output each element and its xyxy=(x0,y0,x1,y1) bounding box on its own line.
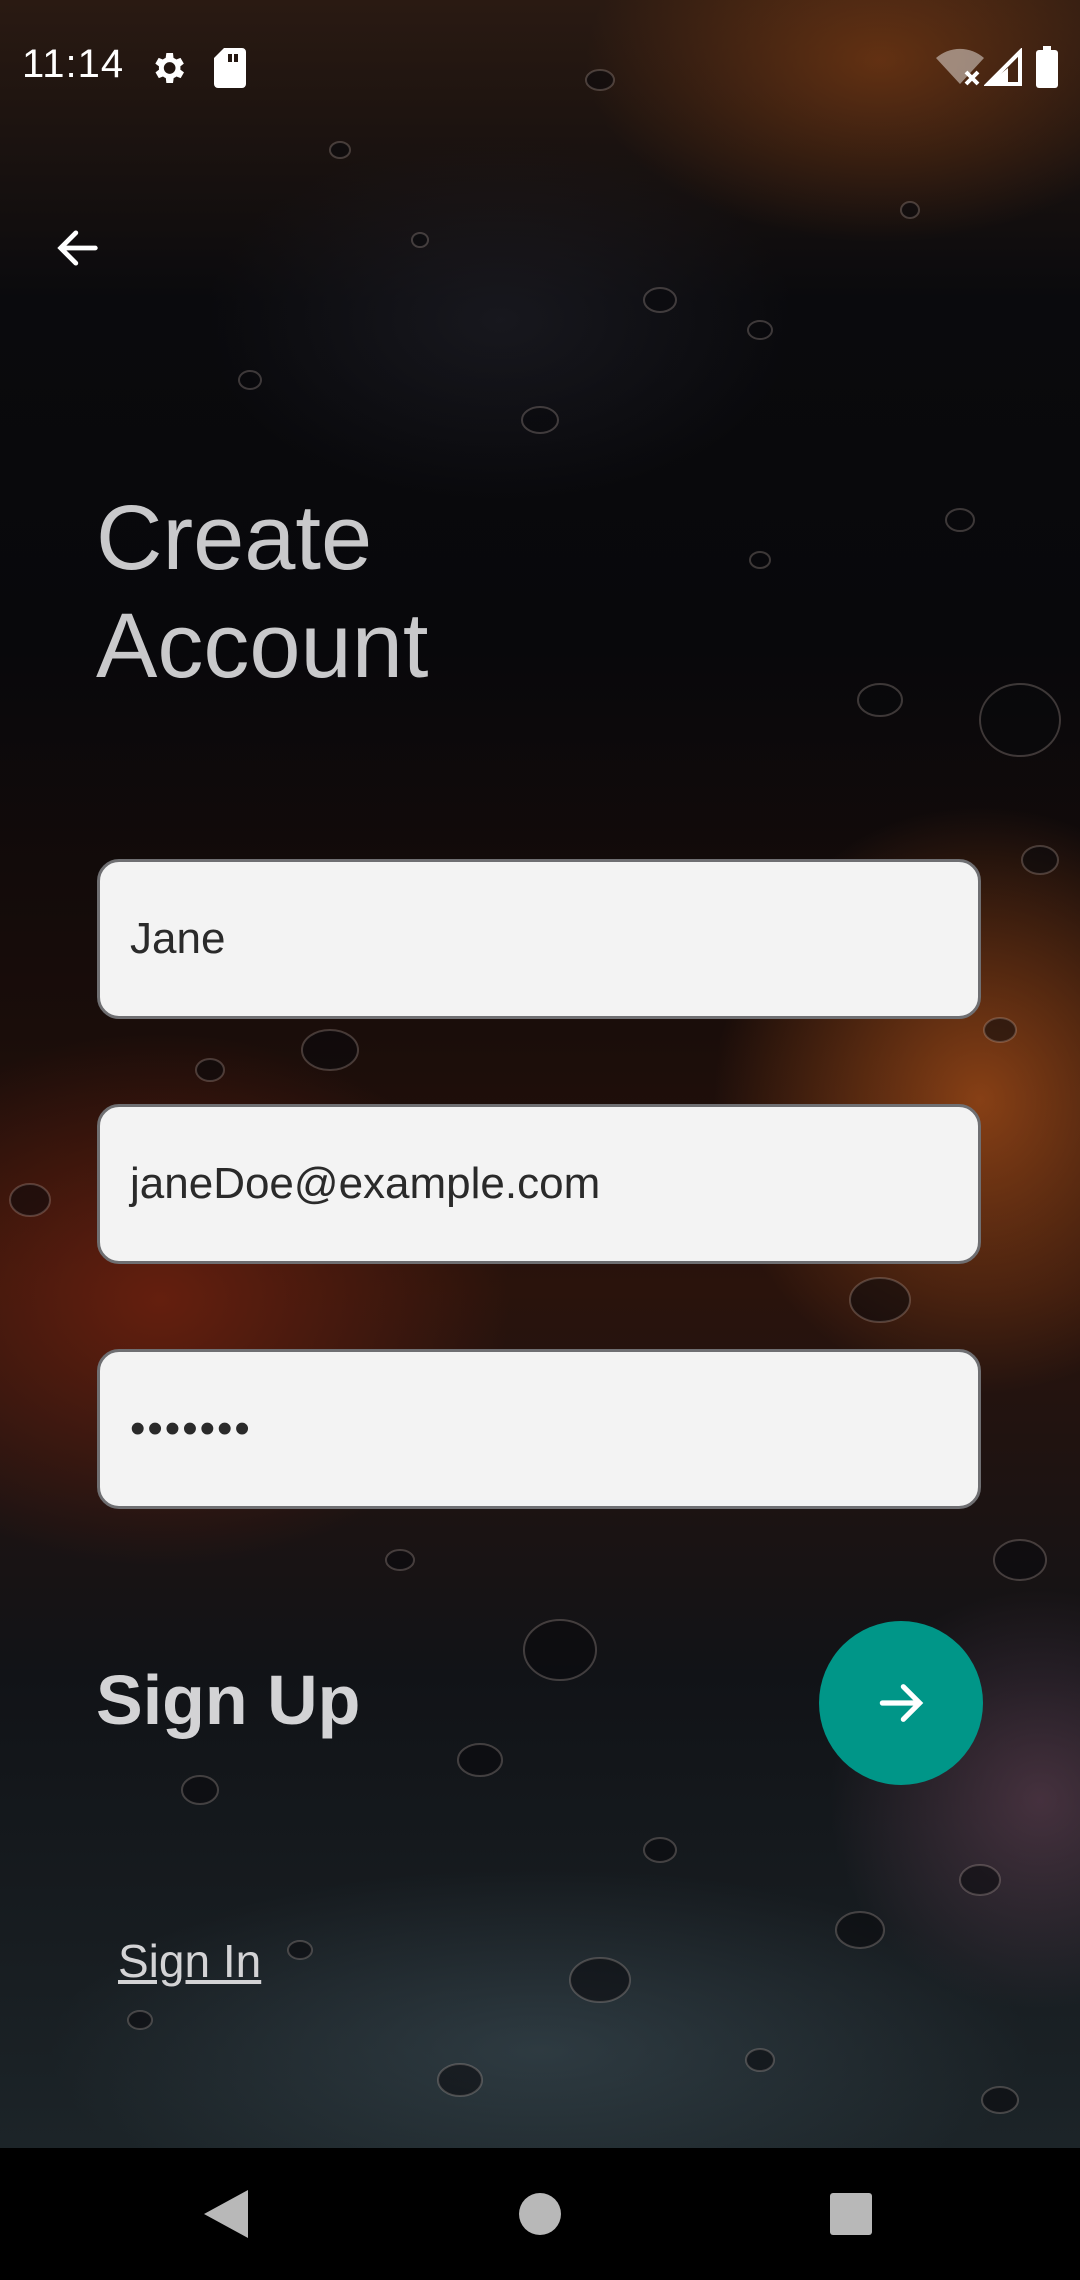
back-button[interactable] xyxy=(40,210,116,286)
signup-screen: 11:14 Create Account Jane janeDoe@exampl… xyxy=(0,0,1080,2280)
signin-link[interactable]: Sign In xyxy=(118,1934,261,1988)
sd-card-icon xyxy=(214,48,246,93)
signup-label: Sign Up xyxy=(96,1661,361,1739)
nav-back-icon xyxy=(204,2190,248,2238)
raindrops-decoration xyxy=(9,69,1061,2114)
page-title: Create Account xyxy=(96,484,428,700)
password-field[interactable]: ••••••• xyxy=(97,1349,981,1509)
wifi-off-icon xyxy=(936,48,984,93)
gear-icon xyxy=(148,48,188,93)
name-field-value: Jane xyxy=(130,914,226,963)
nav-back-button[interactable] xyxy=(190,2178,262,2250)
password-field-value: ••••••• xyxy=(130,1404,252,1453)
nav-home-icon xyxy=(519,2193,561,2235)
email-field-value: janeDoe@example.com xyxy=(130,1159,601,1208)
cell-signal-icon xyxy=(983,47,1024,93)
name-field[interactable]: Jane xyxy=(97,859,981,1019)
email-field[interactable]: janeDoe@example.com xyxy=(97,1104,981,1264)
status-bar: 11:14 xyxy=(0,0,1080,136)
arrow-back-icon xyxy=(57,230,98,266)
status-time: 11:14 xyxy=(22,42,125,86)
nav-recents-button[interactable] xyxy=(815,2178,887,2250)
nav-home-button[interactable] xyxy=(504,2178,576,2250)
title-line-1: Create xyxy=(96,487,373,589)
signup-button[interactable] xyxy=(819,1621,983,1785)
arrow-forward-icon xyxy=(879,1684,924,1722)
title-line-2: Account xyxy=(96,595,429,697)
nav-recents-icon xyxy=(830,2193,872,2235)
navigation-bar xyxy=(0,2148,1080,2280)
battery-icon xyxy=(1036,46,1058,93)
